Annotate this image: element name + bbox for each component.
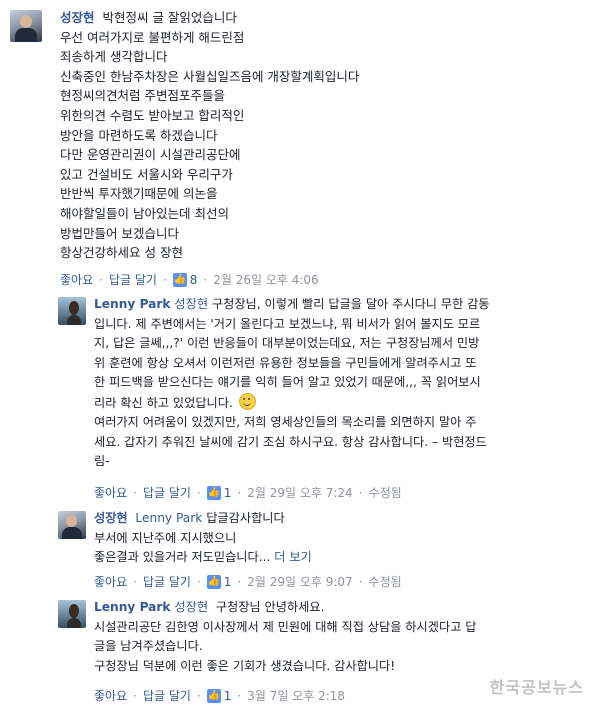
comment-line: 시설관리공단 김한영 이사장께서 제 민원에 대해 직접 상담을 하시겠다고 답 <box>94 619 477 634</box>
comment-line: 리라 확신 하고 있었답니다. <box>94 395 233 410</box>
comment-actions: 좋아요 · 답글 달기 · 👍 8 · 2월 26일 오후 4:06 <box>60 271 319 288</box>
comment-line: 좋은결과 있을거라 저도믿습니다... <box>94 550 271 564</box>
comment-line: 여러가지 어려움이 있겠지만, 저희 영세상인들의 목소리를 외면하지 말아 주 <box>94 415 477 429</box>
see-more-link[interactable]: 더 보기 <box>274 550 312 564</box>
comment-line: 부서에 지난주에 지시했으니 <box>94 530 237 545</box>
comment-line: 신축중인 한남주차장은 사월십일즈음에 개장할계획입니다 <box>60 68 360 84</box>
comment-author[interactable]: 성장현 <box>94 511 128 525</box>
comment-line: 구청장님 덕분에 이런 좋은 기회가 생겼습니다. 감사합니다! <box>94 658 396 673</box>
edited-label[interactable]: 수정됨 <box>369 573 402 590</box>
edited-label[interactable]: 수정됨 <box>369 484 402 501</box>
like-button[interactable]: 좋아요 <box>60 271 93 288</box>
thumbs-up-icon: 👍 <box>206 688 221 703</box>
reply-button[interactable]: 답글 달기 <box>109 271 157 288</box>
comment-line: 위한의견 수렴도 받아보고 합리적인 <box>60 107 245 123</box>
like-count[interactable]: 👍 1 <box>206 485 232 500</box>
reply-button[interactable]: 답글 달기 <box>143 687 191 704</box>
comment-line: 방법만들어 보겠습니다 <box>60 225 179 241</box>
like-button[interactable]: 좋아요 <box>94 484 127 501</box>
like-count-value: 1 <box>223 574 232 589</box>
like-count-value: 8 <box>189 272 198 287</box>
mention-tag[interactable]: 성장현 <box>174 297 208 311</box>
thumbs-up-icon: 👍 <box>172 272 187 287</box>
smile-emoji-icon <box>238 392 256 410</box>
comment-line: 구청장님 안녕하세요. <box>215 600 325 614</box>
comment-line: 구청장님, 이렇게 빨리 답글을 달아 주시다니 무한 감동 <box>211 297 490 311</box>
thumbs-up-icon: 👍 <box>206 574 221 589</box>
comment-author[interactable]: Lenny Park <box>94 600 171 614</box>
comment-line: 다만 운영관리권이 시설관리공단에 <box>60 147 241 163</box>
reply-button[interactable]: 답글 달기 <box>143 484 191 501</box>
mention-tag[interactable]: 성장현 <box>174 600 208 614</box>
comment-timestamp[interactable]: 2월 26일 오후 4:06 <box>213 271 318 288</box>
comment-actions: 좋아요 · 답글 달기 · 👍 1 · 2월 29일 오후 7:24 · 수정됨 <box>94 484 402 501</box>
comment-line: 지, 답은 글쎄,,,?' 이런 반응들이 대부분이었는데요, 저는 구청장님께… <box>94 336 480 350</box>
comment-line: 한 피드백을 받으신다는 얘기를 익히 들어 알고 있었기 때문에,,, 꼭 읽… <box>94 375 481 389</box>
thumbs-up-icon: 👍 <box>206 485 221 500</box>
comment-body: Lenny Park 성장현 구청장님 안녕하세요. 시설관리공단 김한영 이사… <box>94 598 476 676</box>
comment-line: 있고 건설비도 서울시와 우리구가 <box>60 166 233 182</box>
comment-line: 위 훈련에 항상 오셔서 이런저런 유용한 정보들을 구민들에게 알려주시고 또 <box>94 355 477 370</box>
comment-timestamp[interactable]: 2월 29일 오후 9:07 <box>247 573 352 590</box>
reply-button[interactable]: 답글 달기 <box>143 573 191 590</box>
comment-body: 성장현 박현정씨 글 잘읽었습니다 우선 여러가지로 불편하게 해드린점 죄송하… <box>60 8 359 263</box>
mention-tag[interactable]: Lenny Park <box>135 511 202 525</box>
like-count[interactable]: 👍 8 <box>172 272 198 287</box>
like-count-value: 1 <box>223 688 232 703</box>
comment-line: 항상건강하세요 성 장현 <box>60 245 183 261</box>
comment-line: 세요. 갑자기 추워진 날씨에 감기 조심 하시구요. 항상 감사합니다. – … <box>94 434 487 449</box>
comment-line: 답글감사합니다 <box>206 511 285 525</box>
comment-line: 반반씩 투자했기때문에 의논을 <box>60 186 218 202</box>
comment-line: 방안을 마련하도록 하겠습니다 <box>60 127 218 143</box>
comment-author[interactable]: Lenny Park <box>94 297 171 311</box>
comment-timestamp[interactable]: 2월 29일 오후 7:24 <box>247 484 352 501</box>
like-button[interactable]: 좋아요 <box>94 573 127 590</box>
comment-body: Lenny Park 성장현 구청장님, 이렇게 빨리 답글을 달아 주시다니 … <box>94 295 490 472</box>
comment-timestamp[interactable]: 3월 7일 오후 2:18 <box>247 687 345 704</box>
comment-line: 글을 남겨주셨습니다. <box>94 639 203 653</box>
avatar[interactable] <box>10 10 42 42</box>
comment-author[interactable]: 성장현 <box>60 10 95 25</box>
comment-line: 우선 여러가지로 불편하게 해드린점 <box>60 29 245 45</box>
comment-body: 성장현 Lenny Park 답글감사합니다 부서에 지난주에 지시했으니 좋은… <box>94 509 312 568</box>
comment-line: 현정씨의견처럼 주변점포주들을 <box>60 88 225 104</box>
like-count[interactable]: 👍 1 <box>206 574 232 589</box>
like-button[interactable]: 좋아요 <box>94 687 127 704</box>
avatar[interactable] <box>58 600 86 628</box>
avatar[interactable] <box>58 297 86 325</box>
comment-line: 입니다. 제 주변에서는 '거기 올린다고 보겠느냐, 뭐 비서가 읽어 볼지도… <box>94 316 481 331</box>
comment-actions: 좋아요 · 답글 달기 · 👍 1 · 2월 29일 오후 9:07 · 수정됨 <box>94 573 402 590</box>
like-count[interactable]: 👍 1 <box>206 688 232 703</box>
watermark: 한국공보뉴스 <box>489 678 584 697</box>
avatar[interactable] <box>58 511 86 539</box>
like-count-value: 1 <box>223 485 232 500</box>
comment-line: 죄송하게 생각합니다 <box>60 49 168 65</box>
comment-line: 해야할일들이 남아있는데 최선의 <box>60 205 229 221</box>
comment-actions: 좋아요 · 답글 달기 · 👍 1 · 3월 7일 오후 2:18 <box>94 687 346 704</box>
comment-line: 박현정씨 글 잘읽었습니다 <box>102 10 237 25</box>
comment-line: 림- <box>94 454 110 468</box>
